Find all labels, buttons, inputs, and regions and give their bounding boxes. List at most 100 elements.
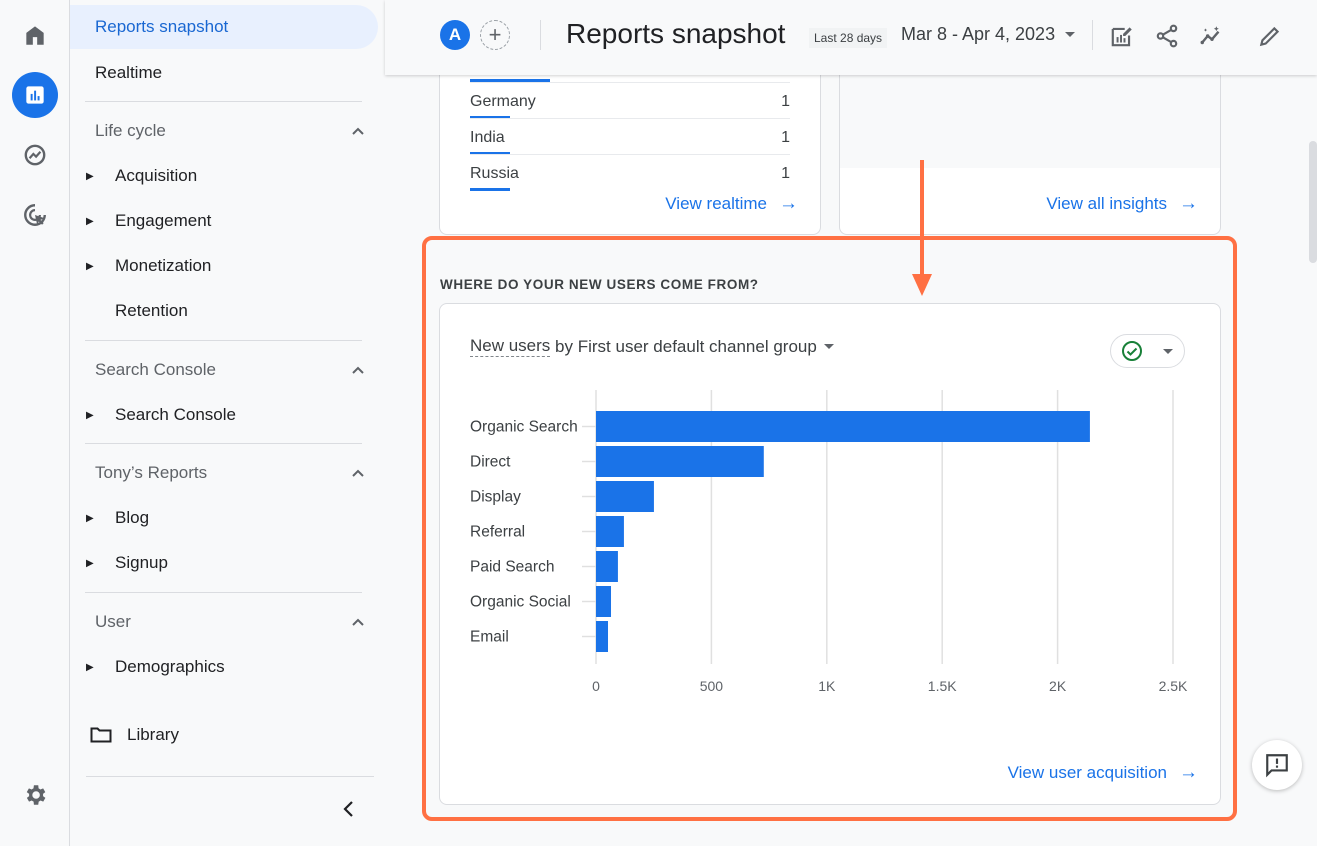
settings-button[interactable] xyxy=(12,772,58,818)
divider xyxy=(85,443,362,444)
feedback-icon xyxy=(1266,754,1288,778)
nav-signup[interactable]: ▶ Signup xyxy=(70,543,370,583)
country-name: Germany xyxy=(470,93,536,110)
bar-referral[interactable] xyxy=(596,516,624,547)
caret-right-icon: ▶ xyxy=(86,215,94,227)
bar-chart-icon xyxy=(26,86,44,104)
nav-demographics[interactable]: ▶ Demographics xyxy=(70,647,370,687)
x-tick-label: 1.5K xyxy=(928,678,957,694)
x-tick-label: 2K xyxy=(1049,678,1067,694)
bar-direct[interactable] xyxy=(596,446,764,477)
category-label: Display xyxy=(470,489,521,506)
divider xyxy=(540,20,541,50)
divider xyxy=(85,340,362,341)
explore-button[interactable] xyxy=(12,132,58,178)
category-label: Referral xyxy=(470,524,525,541)
report-navigation: Reports snapshot Realtime Life cycle ▶ Ac… xyxy=(70,0,385,846)
insights-button[interactable] xyxy=(1196,20,1228,52)
category-label: Organic Search xyxy=(470,419,578,436)
date-range-chip: Last 28 days xyxy=(809,28,888,48)
reports-button[interactable] xyxy=(12,72,58,118)
section-heading: User xyxy=(95,612,131,631)
nav-item-label: Realtime xyxy=(95,63,163,82)
view-user-acquisition-link[interactable]: View user acquisition → xyxy=(1008,762,1198,784)
nav-realtime[interactable]: Realtime xyxy=(70,51,378,95)
section-search-console[interactable]: Search Console xyxy=(95,350,365,390)
nav-engagement[interactable]: ▶ Engagement xyxy=(70,201,370,241)
icon-rail xyxy=(0,0,70,846)
feedback-button[interactable] xyxy=(1252,740,1302,790)
section-user[interactable]: User xyxy=(95,602,365,642)
nav-monetization[interactable]: ▶ Monetization xyxy=(70,246,370,286)
nav-acquisition[interactable]: ▶ Acquisition xyxy=(70,156,370,196)
arrow-right-icon: → xyxy=(1179,762,1198,783)
bar-organic-social[interactable] xyxy=(596,586,612,617)
insights-icon xyxy=(1200,26,1220,45)
divider xyxy=(85,592,362,593)
nav-search-console[interactable]: ▶ Search Console xyxy=(70,395,370,435)
category-label: Organic Social xyxy=(470,594,571,611)
add-comparison-button[interactable]: + xyxy=(480,20,510,50)
caret-right-icon: ▶ xyxy=(86,557,94,569)
table-row: Russia 1 xyxy=(470,154,790,191)
caret-right-icon: ▶ xyxy=(86,409,94,421)
view-realtime-link[interactable]: View realtime → xyxy=(665,193,798,215)
divider xyxy=(85,101,362,102)
gear-icon xyxy=(26,785,46,805)
nav-blog[interactable]: ▶ Blog xyxy=(70,498,370,538)
advertising-button[interactable] xyxy=(12,192,58,238)
edit-button[interactable] xyxy=(1254,20,1286,52)
bar-display[interactable] xyxy=(596,481,654,512)
nav-item-label: Monetization xyxy=(115,256,212,275)
country-users: 1 xyxy=(781,165,790,182)
folder-icon xyxy=(90,727,112,743)
table-row: India 1 xyxy=(470,118,790,155)
date-range-picker[interactable]: Mar 8 - Apr 4, 2023 xyxy=(901,24,1076,45)
home-button[interactable] xyxy=(12,12,58,58)
view-all-insights-link[interactable]: View all insights → xyxy=(1046,193,1198,215)
section-title: WHERE DO YOUR NEW USERS COME FROM? xyxy=(440,277,759,292)
bar-paid-search[interactable] xyxy=(596,551,618,582)
collapse-nav-button[interactable] xyxy=(335,795,363,823)
divider xyxy=(1092,20,1093,50)
scrollbar[interactable] xyxy=(1309,141,1317,263)
section-heading: Search Console xyxy=(95,360,216,379)
country-users: 1 xyxy=(781,93,790,110)
chevron-up-icon xyxy=(352,366,364,374)
dropdown-icon xyxy=(1065,32,1076,37)
nav-reports-snapshot[interactable]: Reports snapshot xyxy=(70,5,378,49)
customize-report-button[interactable] xyxy=(1106,20,1138,52)
customize-report-icon xyxy=(1111,27,1132,47)
explore-icon xyxy=(24,144,46,166)
x-tick-label: 500 xyxy=(700,678,724,694)
divider xyxy=(86,776,374,777)
nav-item-label: Demographics xyxy=(115,657,225,676)
bar-organic-search[interactable] xyxy=(596,411,1090,442)
category-label: Email xyxy=(470,629,509,646)
x-tick-label: 1K xyxy=(818,678,836,694)
nav-item-label: Blog xyxy=(115,508,150,527)
nav-retention[interactable]: Retention xyxy=(70,291,370,331)
comparison-avatar[interactable]: A xyxy=(440,20,470,50)
date-range-label: Mar 8 - Apr 4, 2023 xyxy=(901,24,1056,44)
section-tonys-reports[interactable]: Tony’s Reports xyxy=(95,453,365,493)
country-name: India xyxy=(470,129,505,146)
share-button[interactable] xyxy=(1151,20,1183,52)
category-label: Paid Search xyxy=(470,559,554,576)
nav-item-label: Library xyxy=(127,725,179,744)
new-users-card: New users by First user default channel … xyxy=(439,303,1221,805)
bar-email[interactable] xyxy=(596,621,609,652)
chevron-left-icon xyxy=(343,801,353,817)
section-heading: Life cycle xyxy=(95,121,166,140)
x-tick-label: 2.5K xyxy=(1159,678,1188,694)
nav-item-label: Reports snapshot xyxy=(95,17,229,36)
chevron-up-icon xyxy=(352,618,364,626)
row-bar xyxy=(470,188,510,191)
chevron-up-icon xyxy=(352,469,364,477)
bar-chart: 0 500 1K 1.5K 2K 2.5K Organic Search Direct Disp… xyxy=(470,390,1188,694)
edit-icon xyxy=(1259,26,1280,47)
nav-library[interactable]: Library xyxy=(90,717,179,753)
section-life-cycle[interactable]: Life cycle xyxy=(95,111,365,151)
link-label: View realtime xyxy=(665,194,767,213)
caret-right-icon: ▶ xyxy=(86,512,94,524)
